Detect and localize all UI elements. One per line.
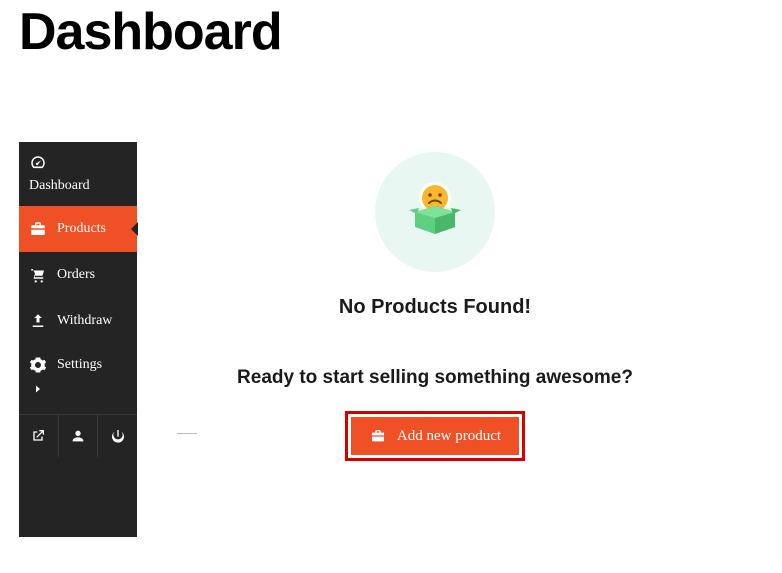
add-product-callout: Add new product <box>345 411 525 461</box>
sidebar: Dashboard Products Orders Withdraw <box>19 142 137 537</box>
sidebar-item-products[interactable]: Products <box>19 206 137 252</box>
empty-state: No Products Found! Ready to start sellin… <box>137 142 733 461</box>
sidebar-item-dashboard[interactable]: Dashboard <box>19 142 137 206</box>
gear-icon <box>29 356 47 374</box>
sidebar-item-withdraw[interactable]: Withdraw <box>19 298 137 344</box>
divider-stub <box>177 433 197 434</box>
sidebar-item-settings[interactable]: Settings <box>19 344 137 410</box>
sidebar-item-label: Withdraw <box>57 313 112 329</box>
power-button[interactable] <box>98 415 137 457</box>
user-icon <box>69 427 87 445</box>
sidebar-bottom-icons <box>19 414 137 457</box>
briefcase-icon <box>29 220 47 238</box>
external-link-icon <box>29 427 47 445</box>
empty-heading: No Products Found! <box>137 296 733 319</box>
chevron-right-icon <box>29 380 47 398</box>
main-content: No Products Found! Ready to start sellin… <box>137 142 757 537</box>
sidebar-item-orders[interactable]: Orders <box>19 252 137 298</box>
power-icon <box>109 427 127 445</box>
cart-icon <box>29 266 47 284</box>
page-title: Dashboard <box>19 2 782 62</box>
briefcase-icon <box>369 427 387 445</box>
sidebar-item-label: Products <box>57 221 106 237</box>
dashboard-icon <box>29 154 47 172</box>
add-new-product-button[interactable]: Add new product <box>350 416 520 456</box>
upload-icon <box>29 312 47 330</box>
sidebar-item-label: Dashboard <box>29 178 90 194</box>
empty-subheading: Ready to start selling something awesome… <box>137 367 733 389</box>
external-link-button[interactable] <box>19 415 59 457</box>
profile-button[interactable] <box>59 415 99 457</box>
sidebar-item-label: Orders <box>57 267 95 283</box>
sidebar-item-label: Settings <box>57 357 102 373</box>
add-button-label: Add new product <box>397 428 501 445</box>
empty-illustration <box>375 152 495 272</box>
